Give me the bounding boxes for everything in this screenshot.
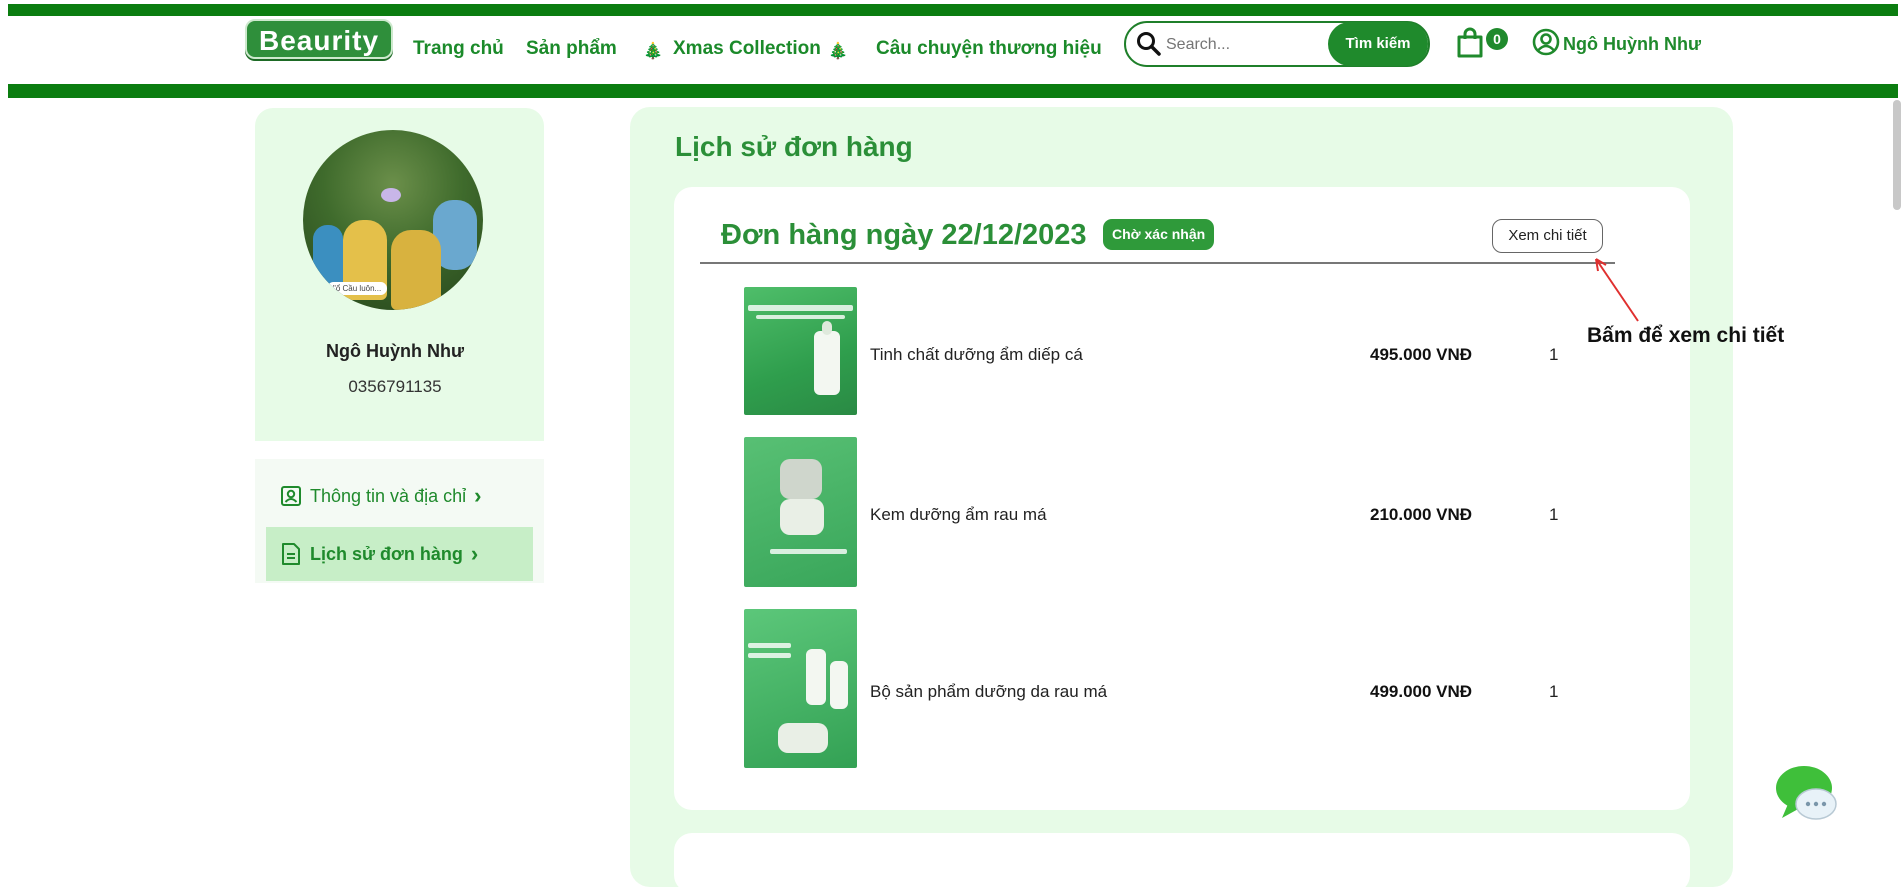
avatar-caption: "ổ Cầu luôn... bbox=[327, 282, 388, 295]
order-item-price: 499.000 VNĐ bbox=[1370, 682, 1473, 701]
cart-count-badge: 0 bbox=[1486, 28, 1508, 50]
document-icon bbox=[282, 543, 300, 565]
shopping-bag-icon[interactable] bbox=[1456, 27, 1484, 59]
view-details-button[interactable]: Xem chi tiết bbox=[1492, 219, 1603, 253]
order-item-qty: 1 bbox=[1549, 682, 1559, 701]
page-scrollbar[interactable] bbox=[1893, 100, 1901, 210]
divider bbox=[700, 262, 1615, 264]
sidebar-item-info-address[interactable]: Thông tin và địa chỉ › bbox=[266, 469, 533, 523]
search-button[interactable]: Tìm kiếm bbox=[1328, 22, 1428, 66]
header-bottom-stripe bbox=[8, 84, 1898, 98]
order-item-price: 210.000 VNĐ bbox=[1370, 505, 1473, 524]
status-badge: Chờ xác nhận bbox=[1103, 219, 1215, 250]
profile-phone: 0356791135 bbox=[348, 377, 442, 396]
sidebar-item-label: Lịch sử đơn hàng bbox=[310, 543, 463, 564]
product-image bbox=[744, 437, 857, 587]
annotation-text: Bấm để xem chi tiết bbox=[1587, 324, 1785, 347]
header-top-stripe bbox=[8, 4, 1898, 16]
order-card bbox=[674, 833, 1690, 893]
header-user-name[interactable]: Ngô Huỳnh Như bbox=[1563, 34, 1701, 55]
xmas-tree-icon: 🎄 bbox=[828, 43, 848, 60]
nav-brand-story[interactable]: Câu chuyện thương hiệu bbox=[876, 38, 1102, 60]
search-icon bbox=[1137, 32, 1161, 56]
nav-home[interactable]: Trang chủ bbox=[413, 38, 504, 60]
order-item-price: 495.000 VNĐ bbox=[1370, 345, 1473, 364]
annotation-arrow-icon bbox=[1595, 258, 1639, 322]
profile-name: Ngô Huỳnh Như bbox=[325, 341, 464, 361]
search-input[interactable] bbox=[1166, 33, 1326, 57]
chevron-right-icon: › bbox=[474, 483, 482, 508]
nav-products[interactable]: Sản phẩm bbox=[526, 38, 617, 60]
avatar: "ổ Cầu luôn... bbox=[303, 130, 483, 310]
nav-xmas-collection[interactable]: Xmas Collection bbox=[673, 38, 821, 60]
chevron-right-icon: › bbox=[470, 541, 479, 566]
contact-card-icon bbox=[281, 486, 301, 506]
user-account-icon[interactable] bbox=[1532, 28, 1560, 56]
brand-logo[interactable]: Beaurity bbox=[245, 19, 393, 59]
order-title: Đơn hàng ngày 22/12/2023 bbox=[721, 219, 1087, 251]
product-image bbox=[744, 609, 857, 768]
order-item-name: Bộ sản phẩm dưỡng da rau má bbox=[870, 682, 1108, 701]
order-item-qty: 1 bbox=[1549, 345, 1559, 364]
xmas-tree-icon: 🎄 bbox=[643, 43, 663, 60]
order-item-name: Kem dưỡng ẩm rau má bbox=[870, 505, 1047, 524]
product-image bbox=[744, 287, 857, 415]
page-title: Lịch sử đơn hàng bbox=[675, 131, 913, 162]
order-item-name: Tinh chất dưỡng ẩm diếp cá bbox=[870, 345, 1083, 364]
order-item-qty: 1 bbox=[1549, 505, 1559, 524]
sidebar-item-label: Thông tin và địa chỉ bbox=[310, 485, 467, 506]
chat-bubble-icon[interactable] bbox=[1774, 762, 1840, 828]
sidebar-item-order-history[interactable]: Lịch sử đơn hàng › bbox=[266, 527, 533, 581]
